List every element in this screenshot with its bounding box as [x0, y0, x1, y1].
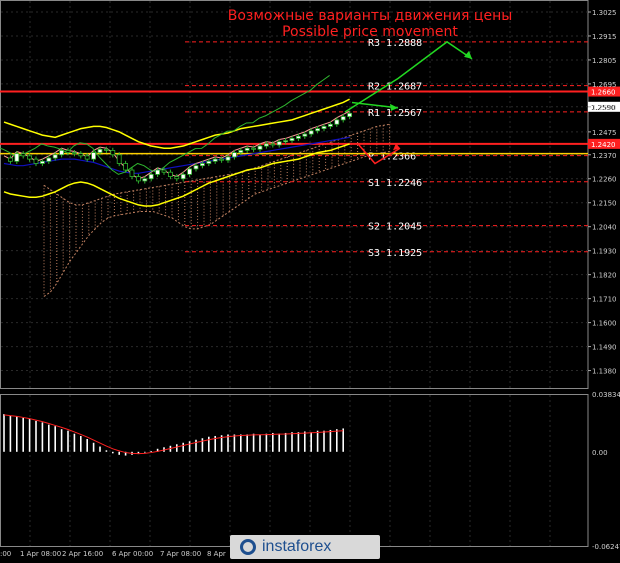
candle-body — [72, 152, 77, 155]
candle-body — [193, 165, 199, 170]
price-axis-label: 1.2915 — [592, 33, 617, 41]
candle-body — [315, 128, 321, 132]
candle-body — [238, 150, 244, 153]
price-tag-text: 1.2660 — [591, 89, 616, 97]
time-axis-label: 2 Apr 16:00 — [62, 550, 103, 558]
chart-title-ru: Возможные варианты движения цены — [227, 8, 513, 24]
time-axis-label: 6 Apr 00:00 — [112, 550, 153, 558]
price-axis-label: 1.1820 — [592, 272, 617, 280]
price-chart: R3 1.2888R2 1.2687R1 1.2567P 1.2366S1 1.… — [0, 0, 620, 563]
candle-body — [276, 141, 282, 146]
candle-body — [167, 171, 173, 177]
price-axis-label: 1.2150 — [592, 200, 617, 208]
candle-body — [206, 160, 212, 164]
candle-body — [20, 153, 26, 157]
pivot-level-label-r1: R1 1.2567 — [368, 108, 422, 119]
candle-body — [321, 126, 327, 130]
price-axis-label: 1.2590 — [592, 104, 617, 112]
candle-body — [347, 112, 353, 118]
candle-body — [308, 130, 314, 135]
price-axis-label: 1.1930 — [592, 248, 617, 256]
candle-body — [46, 157, 52, 162]
candle-body — [174, 176, 180, 180]
price-axis-label: 1.1380 — [592, 368, 617, 376]
candle-body — [97, 148, 103, 153]
candle-body — [251, 147, 257, 150]
price-axis-label: 1.2260 — [592, 176, 617, 184]
candle-body — [123, 163, 128, 171]
candle-body — [116, 154, 122, 164]
candle-body — [295, 135, 301, 139]
candle-body — [212, 158, 218, 162]
macd-axis-label: 0.00 — [592, 449, 608, 457]
time-axis-label: 7 Apr 08:00 — [160, 550, 201, 558]
candle-body — [225, 156, 231, 161]
pivot-level-label-s3: S3 1.1925 — [368, 248, 422, 259]
price-axis-label: 1.2040 — [592, 224, 617, 232]
price-axis-label: 1.2370 — [592, 152, 617, 160]
time-axis: :00 1 Apr 08:00 2 Apr 16:00 6 Apr 00:00 7 Ap… — [0, 550, 226, 558]
time-axis-label: :00 — [0, 550, 11, 558]
macd-axis-label: 0.03834 — [592, 391, 620, 399]
candle-body — [219, 158, 225, 161]
candle-body — [65, 150, 71, 153]
candle-body — [283, 140, 289, 143]
candle-body — [302, 133, 308, 137]
candle-body — [231, 152, 237, 158]
candle-body — [199, 163, 205, 167]
candle-body — [187, 168, 193, 175]
time-axis-label: 1 Apr 08:00 — [20, 550, 61, 558]
candle-body — [52, 154, 58, 159]
instaforex-watermark: instaforex — [230, 535, 380, 559]
price-axis-label: 1.2695 — [592, 81, 617, 89]
pivot-level-label-s2: S2 1.2045 — [368, 222, 422, 233]
candle-body — [289, 138, 295, 141]
candle-body — [257, 145, 263, 150]
candle-body — [14, 153, 20, 162]
candle-body — [142, 178, 148, 182]
candle-body — [270, 143, 276, 146]
candle-body — [91, 152, 96, 160]
price-axis-label: 1.1490 — [592, 344, 617, 352]
instaforex-logo-icon — [240, 539, 256, 555]
candle-body — [33, 158, 39, 164]
candle-body — [40, 160, 45, 164]
candle-body — [148, 173, 154, 180]
price-axis-label: 1.1710 — [592, 296, 617, 304]
candle-body — [135, 176, 141, 182]
candle-body — [263, 143, 269, 147]
candle-body — [104, 148, 109, 151]
price-tag-text: 1.2420 — [591, 141, 616, 149]
candle-body — [78, 153, 84, 157]
chart-title-en: Possible price movement — [282, 24, 458, 40]
candle-body — [84, 155, 90, 160]
price-axis-label: 1.3025 — [592, 9, 617, 17]
candle-body — [180, 173, 186, 180]
candle-body — [161, 169, 167, 173]
candle-body — [244, 147, 250, 151]
candle-body — [327, 123, 333, 127]
watermark-text: instaforex — [262, 538, 332, 555]
candle-body — [27, 155, 33, 160]
candle-body — [7, 157, 13, 162]
candle-body — [334, 119, 340, 125]
price-axis-label: 1.1600 — [592, 320, 617, 328]
time-axis-label: 8 Apr — [207, 550, 226, 558]
candle-body — [59, 150, 64, 156]
candle-body — [340, 116, 346, 121]
pivot-level-label-s1: S1 1.2246 — [368, 178, 422, 189]
candle-body — [155, 169, 161, 175]
candle-body — [110, 150, 116, 156]
price-axis-label: 1.2805 — [592, 57, 617, 65]
candle-body — [129, 169, 135, 177]
macd-axis-label: -0.06247 — [592, 543, 620, 551]
price-axis-label: 1.2475 — [592, 129, 617, 137]
